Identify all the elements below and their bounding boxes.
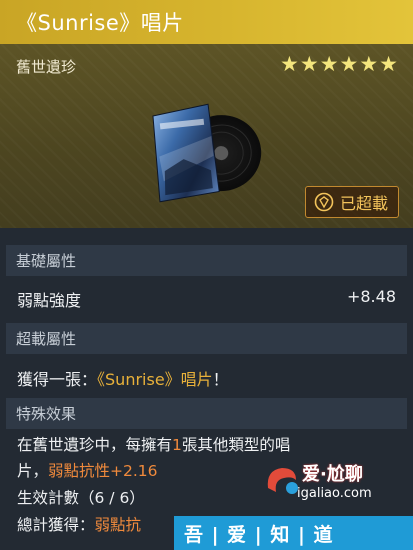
weakness-strength-label: 弱點強度 bbox=[17, 291, 82, 310]
overload-gem-icon bbox=[314, 192, 334, 212]
rarity-label: 舊世遺珍 bbox=[16, 58, 77, 76]
special-line2-effect: 弱點抗性+2.16 bbox=[48, 462, 158, 480]
overloaded-badge: 已超載 bbox=[304, 186, 399, 218]
star-icon: ★ bbox=[299, 52, 319, 76]
star-icon: ★ bbox=[359, 52, 379, 76]
overload-reward-item: 《Sunrise》唱片 bbox=[97, 370, 213, 389]
star-icon: ★ bbox=[379, 52, 398, 76]
overloaded-label: 已超載 bbox=[339, 194, 388, 213]
star-icon: ★ bbox=[339, 52, 359, 76]
watermark-brand: 爱·尬聊 bbox=[302, 464, 363, 485]
item-title-bar: 《Sunrise》唱片 bbox=[0, 0, 413, 44]
watermark-url: igaliao.com bbox=[297, 486, 372, 501]
activation-count: 生效計數（6 / 6） bbox=[17, 489, 145, 507]
special-line1-prefix: 在舊世遺珍中，每擁有 bbox=[17, 436, 173, 454]
special-line1-count: 1 bbox=[172, 436, 182, 454]
weakness-strength-value: +8.48 bbox=[346, 287, 396, 306]
watermark-logo-icon bbox=[267, 468, 298, 494]
base-attributes-header: 基礎屬性 bbox=[6, 245, 407, 276]
item-showcase: 舊世遺珍 ★ ★ ★ ★ ★ ★ 已超載 bbox=[0, 44, 413, 228]
overload-reward-line: 獲得一張：《Sunrise》唱片！ bbox=[17, 366, 229, 390]
total-gained-line: 總計獲得：弱點抗 bbox=[17, 513, 141, 535]
special-line2-prefix: 片， bbox=[17, 462, 49, 480]
star-icon: ★ bbox=[319, 52, 339, 76]
vinyl-record-icon bbox=[152, 103, 262, 203]
item-title: 《Sunrise》唱片 bbox=[16, 11, 184, 35]
overload-attributes-header: 超載屬性 bbox=[6, 323, 407, 354]
total-gained-effect: 弱點抗 bbox=[94, 516, 142, 534]
special-effects-header: 特殊效果 bbox=[6, 398, 407, 429]
star-icon: ★ bbox=[280, 52, 299, 76]
watermark-slogan: 吾 | 爱 | 知 | 道 bbox=[174, 516, 413, 550]
special-effect-line-1: 在舊世遺珍中，每擁有1張其他類型的唱 bbox=[17, 433, 290, 455]
overload-reward-suffix: ！ bbox=[212, 370, 229, 389]
special-effect-line-2: 片，弱點抗性+2.16 bbox=[17, 459, 158, 481]
star-rating: ★ ★ ★ ★ ★ ★ bbox=[280, 52, 398, 76]
special-line1-suffix: 張其他類型的唱 bbox=[181, 436, 291, 454]
overload-reward-prefix: 獲得一張： bbox=[17, 370, 98, 389]
total-gained-prefix: 總計獲得： bbox=[17, 516, 95, 534]
